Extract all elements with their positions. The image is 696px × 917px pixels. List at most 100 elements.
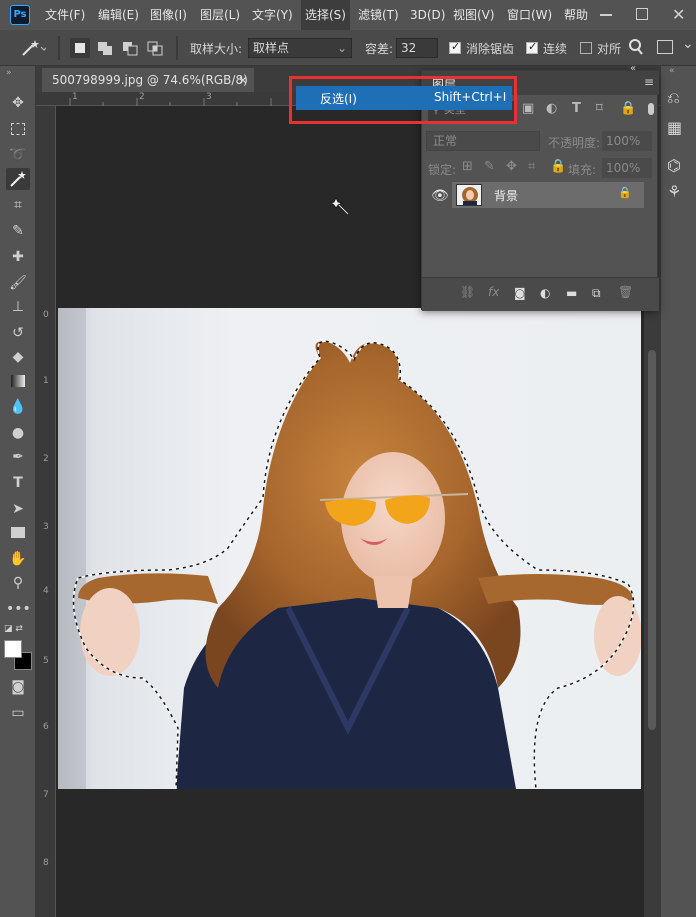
minimize-icon[interactable] — [600, 14, 612, 16]
history-brush-icon[interactable]: ↺ — [6, 322, 30, 344]
collapse-panel-icon[interactable]: « — [630, 63, 636, 74]
new-selection-button[interactable] — [70, 38, 90, 58]
eyedropper-icon[interactable]: ✎ — [6, 220, 30, 242]
photoshop-logo[interactable]: Ps — [10, 5, 30, 25]
layer-row-background[interactable]: 背景 🔒 — [452, 182, 644, 208]
new-layer-icon[interactable]: ⧉ — [592, 286, 601, 301]
trash-icon[interactable]: 🗑 — [618, 285, 633, 299]
path-select-icon[interactable]: ➤ — [6, 498, 30, 520]
document-tab[interactable]: 500798999.jpg @ 74.6%(RGB/8) * × — [42, 68, 254, 111]
close-icon[interactable]: × — [238, 68, 248, 92]
menu-filter[interactable]: 滤镜(T) — [358, 0, 399, 30]
mask-icon[interactable]: ◙ — [514, 286, 526, 300]
tolerance-input[interactable]: 32 — [396, 38, 438, 58]
subtract-selection-button[interactable] — [120, 38, 140, 58]
ruler-tick-label: 0 — [43, 310, 49, 320]
healing-icon[interactable]: ✚ — [6, 246, 30, 268]
panel-menu-icon[interactable]: ≡ — [644, 75, 654, 89]
opacity-label: 不透明度: — [548, 136, 601, 150]
history-icon[interactable]: ⎌ — [667, 88, 680, 108]
type-icon[interactable]: T — [6, 472, 30, 494]
channels-icon[interactable]: ⚘ — [667, 182, 681, 201]
filter-type-icon[interactable]: T — [572, 101, 581, 116]
lock-all-icon[interactable]: 🔒 — [550, 159, 566, 174]
lock-position-icon[interactable]: ✥ — [506, 159, 517, 174]
brush-icon[interactable]: 🖌 — [6, 272, 30, 294]
hand-icon[interactable]: ✋ — [6, 548, 30, 570]
menu-3d[interactable]: 3D(D) — [410, 0, 445, 30]
menu-select[interactable]: 选择(S) — [301, 0, 350, 30]
menu-help[interactable]: 帮助 — [564, 0, 588, 30]
highlight-box — [289, 76, 517, 124]
folder-icon[interactable]: ▬ — [566, 286, 577, 300]
lock-pixels-icon[interactable]: ✎ — [484, 159, 495, 174]
dodge-icon[interactable]: ● — [6, 422, 30, 444]
menu-edit[interactable]: 编辑(E) — [98, 0, 139, 30]
sample-size-select[interactable]: 取样点 ⌄ — [248, 38, 352, 58]
fx-icon[interactable]: fx — [488, 285, 499, 299]
blend-mode-select[interactable]: 正常 — [426, 131, 540, 151]
foreground-color-swatch[interactable] — [4, 640, 22, 658]
ruler-tick-label: 3 — [206, 92, 212, 102]
filter-toggle[interactable] — [648, 103, 654, 115]
workspace-icon[interactable] — [657, 40, 673, 54]
layer-name[interactable]: 背景 — [494, 187, 518, 204]
menu-image[interactable]: 图像(I) — [150, 0, 187, 30]
close-window-icon[interactable]: ✕ — [672, 5, 685, 24]
menu-layer[interactable]: 图层(L) — [200, 0, 240, 30]
opacity-input[interactable]: 100% — [602, 131, 652, 151]
ruler-tick-label: 1 — [43, 376, 49, 386]
menu-type[interactable]: 文字(Y) — [252, 0, 293, 30]
rectangle-icon[interactable] — [6, 522, 30, 544]
search-icon[interactable] — [628, 38, 644, 56]
maximize-icon[interactable] — [636, 8, 648, 20]
menu-view[interactable]: 视图(V) — [453, 0, 495, 30]
gradient-icon[interactable] — [6, 370, 30, 392]
more-icon[interactable]: ••• — [6, 598, 31, 620]
adjustment-icon[interactable]: ◐ — [540, 286, 550, 300]
filter-adjustment-icon[interactable]: ◐ — [546, 101, 557, 116]
expand-icon[interactable]: » — [6, 68, 12, 78]
add-selection-button[interactable] — [95, 38, 115, 58]
filter-shape-icon[interactable]: ⌑ — [596, 101, 603, 116]
screen-mode-icon[interactable]: ▭ — [6, 702, 30, 724]
blur-icon[interactable]: 💧 — [6, 396, 30, 418]
menu-file[interactable]: 文件(F) — [45, 0, 85, 30]
grid-panel-icon[interactable]: ▦ — [667, 118, 682, 137]
filter-smart-icon[interactable]: 🔒 — [620, 101, 636, 116]
scrollbar-thumb[interactable] — [648, 350, 656, 730]
antialias-checkbox[interactable] — [449, 40, 461, 54]
intersect-selection-button[interactable] — [145, 38, 165, 58]
all-layers-label: 对所 — [597, 42, 622, 56]
eye-icon[interactable]: 👁 — [431, 188, 449, 204]
ruler-tick-label: 2 — [43, 454, 49, 464]
chevron-down-icon[interactable]: ⌄ — [682, 36, 694, 52]
document-image[interactable] — [58, 308, 641, 789]
stamp-icon[interactable]: ⊥ — [6, 296, 30, 318]
filter-pixel-icon[interactable]: ▣ — [522, 101, 534, 116]
marquee-icon[interactable] — [6, 118, 30, 140]
zoom-icon[interactable]: ⚲ — [6, 572, 30, 594]
divider — [58, 36, 60, 60]
fill-input[interactable]: 100% — [602, 158, 652, 178]
eraser-icon[interactable]: ◆ — [6, 346, 30, 368]
crop-icon[interactable]: ⌗ — [6, 194, 30, 216]
lock-artboard-icon[interactable]: ⌗ — [528, 159, 535, 174]
layer-thumbnail — [456, 184, 482, 206]
menu-window[interactable]: 窗口(W) — [507, 0, 552, 30]
pen-icon[interactable]: ✒ — [6, 446, 30, 468]
tolerance-label: 容差: — [365, 42, 394, 56]
move-icon[interactable]: ✥ — [6, 92, 30, 114]
lock-transparency-icon[interactable]: ⊞ — [462, 159, 473, 174]
ruler-tick-label: 7 — [43, 790, 49, 800]
magic-wand-icon[interactable] — [20, 38, 46, 58]
default-colors-icon[interactable]: ◪ ⇄ — [4, 624, 23, 634]
link-icon[interactable]: ⛓ — [460, 285, 475, 299]
lasso-icon[interactable]: ➰ — [6, 144, 30, 166]
magic-wand-icon[interactable] — [6, 168, 30, 190]
paths-icon[interactable]: ⌬ — [667, 156, 681, 175]
all-layers-checkbox[interactable] — [580, 42, 592, 54]
contiguous-checkbox[interactable] — [526, 40, 538, 54]
collapse-icon[interactable]: « — [669, 66, 675, 76]
quick-mask-icon[interactable]: ◙ — [6, 676, 30, 698]
